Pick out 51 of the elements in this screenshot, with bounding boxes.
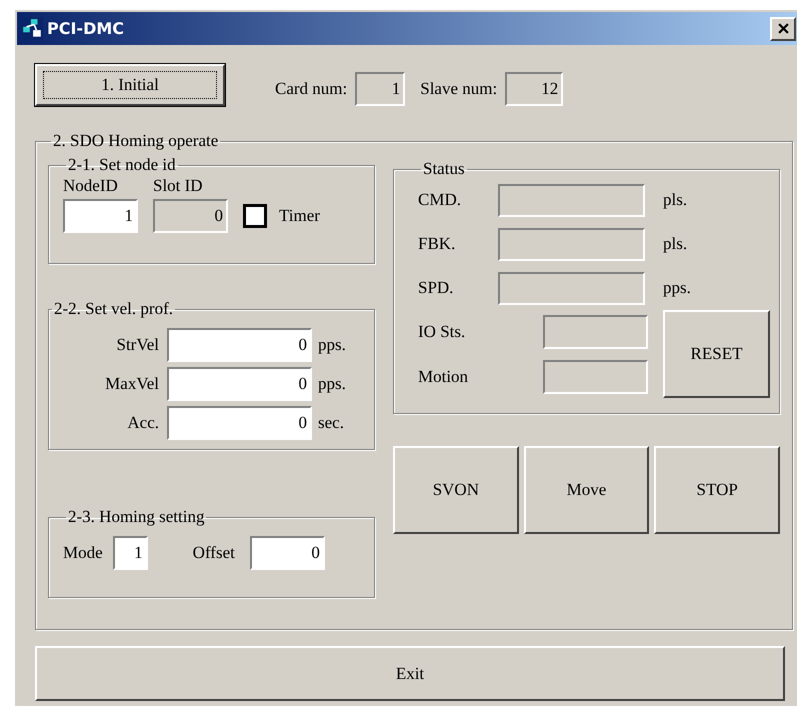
card-num-field[interactable]: 1 — [355, 72, 406, 106]
slave-num-field[interactable]: 12 — [505, 72, 564, 106]
timer-label: Timer — [279, 206, 320, 226]
reset-button[interactable]: RESET — [663, 310, 770, 398]
group-title: 2-3. Homing setting — [67, 508, 206, 526]
unit-label: pps. — [318, 374, 346, 394]
group-title: 2-2. Set vel. prof. — [53, 300, 174, 318]
status-field[interactable] — [498, 272, 645, 304]
status-field[interactable] — [543, 314, 648, 348]
unit-label: pps. — [663, 278, 691, 298]
action-button[interactable]: Move — [524, 446, 650, 534]
status-label: SPD. — [418, 278, 454, 298]
unit-label: pls. — [663, 190, 688, 210]
status-label: CMD. — [418, 190, 462, 210]
status-field[interactable] — [498, 184, 645, 216]
card-num-label: Card num: — [275, 79, 348, 99]
exit-button[interactable]: Exit — [35, 646, 785, 701]
velocity-field[interactable]: 0 — [167, 406, 312, 440]
status-field[interactable] — [543, 360, 648, 394]
group-title: 2. SDO Homing operate — [52, 132, 220, 150]
close-icon[interactable] — [778, 23, 788, 34]
status-label: Motion — [418, 366, 470, 386]
node-id-label: NodeID — [63, 176, 119, 196]
timer-checkbox[interactable] — [243, 204, 267, 228]
offset-field[interactable]: 0 — [250, 536, 325, 570]
mode-field[interactable]: 1 — [112, 536, 148, 570]
slave-num-label: Slave num: — [420, 79, 498, 99]
velocity-field[interactable]: 0 — [167, 328, 312, 362]
velocity-field[interactable]: 0 — [167, 367, 312, 401]
unit-label: pps. — [318, 335, 346, 355]
window-title: PCI-DMC — [47, 19, 126, 38]
velocity-label: StrVel — [116, 335, 159, 355]
close-button[interactable] — [770, 16, 796, 40]
unit-label: sec. — [318, 413, 344, 433]
status-label: FBK. — [418, 234, 456, 254]
node-id-field[interactable]: 1 — [63, 199, 138, 233]
group-title: 2-1. Set node id — [67, 156, 177, 174]
velocity-label: Acc. — [126, 413, 159, 433]
status-field[interactable] — [498, 228, 645, 260]
slot-id-field[interactable]: 0 — [153, 199, 228, 233]
action-button[interactable]: STOP — [654, 446, 780, 534]
offset-label: Offset — [192, 543, 235, 563]
initial-button[interactable]: 1. Initial — [35, 64, 225, 106]
velocity-label: MaxVel — [104, 374, 159, 394]
unit-label: pls. — [663, 234, 688, 254]
group-title: Status — [422, 160, 466, 178]
mode-label: Mode — [63, 543, 103, 563]
action-button[interactable]: SVON — [393, 446, 519, 534]
network-icon — [21, 18, 43, 40]
status-label: IO Sts. — [418, 322, 466, 342]
slot-id-label: Slot ID — [153, 176, 203, 196]
